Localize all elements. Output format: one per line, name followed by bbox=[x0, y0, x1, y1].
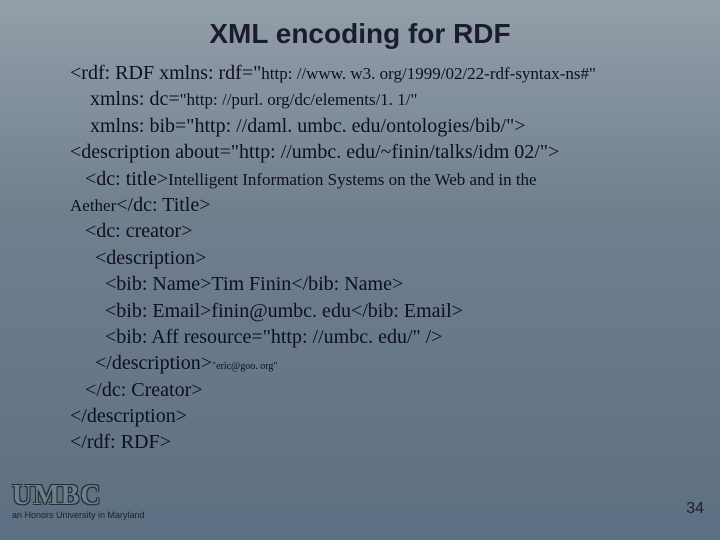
code-text: <dc: title> bbox=[70, 168, 168, 190]
code-text: </description> bbox=[70, 352, 212, 374]
code-line: <bib: Aff resource="http: //umbc. edu/" … bbox=[70, 324, 680, 350]
code-text: xmlns: dc= bbox=[70, 88, 180, 110]
code-line: <dc: title>Intelligent Information Syste… bbox=[70, 166, 680, 192]
code-text: http: //www. w3. org/1999/02/22-rdf-synt… bbox=[261, 64, 596, 83]
code-line: </description>"eric@goo. org" bbox=[70, 350, 680, 376]
code-line: <bib: Name>Tim Finin</bib: Name> bbox=[70, 271, 680, 297]
slide-title: XML encoding for RDF bbox=[0, 18, 720, 50]
footer-brand-block: UMBC an Honors University in Maryland bbox=[12, 483, 145, 520]
code-line: <rdf: RDF xmlns: rdf="http: //www. w3. o… bbox=[70, 60, 680, 86]
page-number: 34 bbox=[686, 500, 704, 518]
code-line: </dc: Creator> bbox=[70, 377, 680, 403]
code-line: <dc: creator> bbox=[70, 218, 680, 244]
code-line: Aether</dc: Title> bbox=[70, 192, 680, 218]
code-line: xmlns: dc="http: //purl. org/dc/elements… bbox=[70, 86, 680, 112]
code-line: </rdf: RDF> bbox=[70, 429, 680, 455]
code-block: <rdf: RDF xmlns: rdf="http: //www. w3. o… bbox=[70, 60, 680, 456]
code-line: <description about="http: //umbc. edu/~f… bbox=[70, 139, 680, 165]
code-text: </dc: Title> bbox=[116, 194, 210, 216]
code-text: "http: //purl. org/dc/elements/1. 1/" bbox=[180, 90, 418, 109]
code-line: <description> bbox=[70, 245, 680, 271]
brand-tagline: an Honors University in Maryland bbox=[12, 510, 145, 520]
slide: XML encoding for RDF <rdf: RDF xmlns: rd… bbox=[0, 0, 720, 540]
code-text: Intelligent Information Systems on the W… bbox=[168, 170, 536, 189]
code-line: <bib: Email>finin@umbc. edu</bib: Email> bbox=[70, 298, 680, 324]
code-line: xmlns: bib="http: //daml. umbc. edu/onto… bbox=[70, 113, 680, 139]
code-text: Aether bbox=[70, 196, 116, 215]
code-text: "eric@goo. org" bbox=[212, 361, 278, 372]
code-text: <rdf: RDF xmlns: rdf=" bbox=[70, 62, 261, 84]
code-line: </description> bbox=[70, 403, 680, 429]
brand-logo: UMBC bbox=[12, 483, 145, 508]
